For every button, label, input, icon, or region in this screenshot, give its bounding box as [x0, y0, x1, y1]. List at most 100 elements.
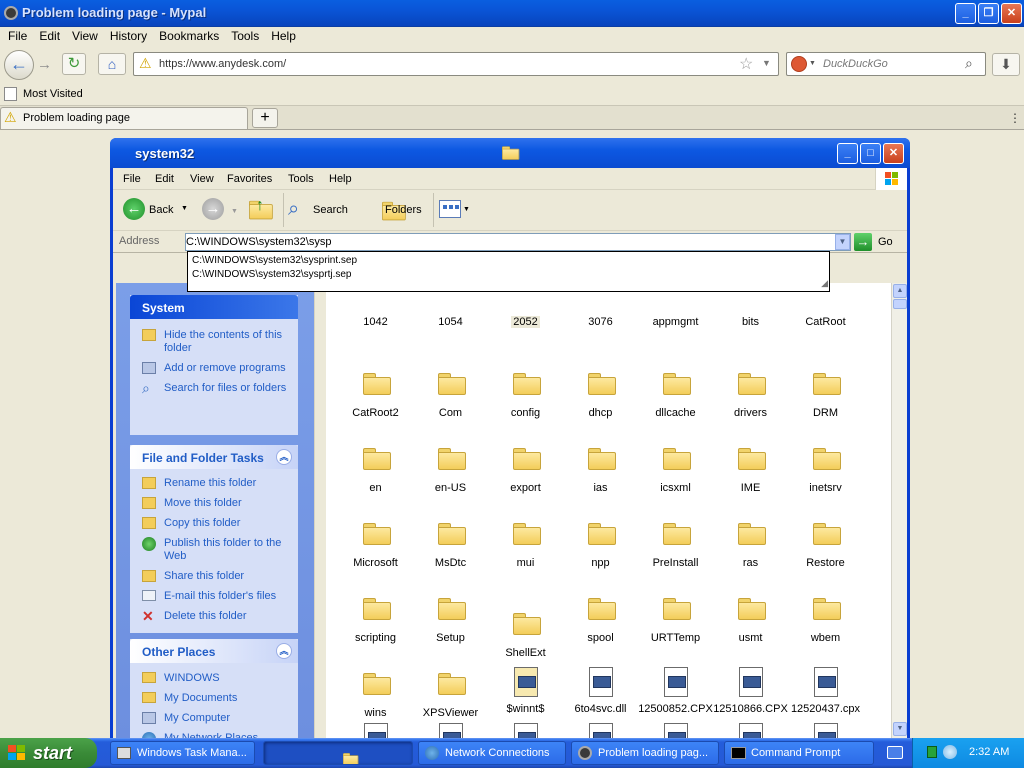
file-item[interactable]: 2052: [488, 312, 563, 328]
tray-network-icon[interactable]: [943, 745, 957, 759]
url-dropdown-icon[interactable]: ▼: [762, 58, 771, 68]
task-rename[interactable]: Rename this folder: [130, 477, 298, 490]
file-item[interactable]: en-US: [413, 446, 488, 494]
menu-help[interactable]: Help: [263, 27, 296, 43]
file-item[interactable]: $winnt$: [488, 667, 563, 715]
file-item[interactable]: wins: [338, 671, 413, 719]
file-item[interactable]: npp: [563, 521, 638, 569]
scroll-down-icon[interactable]: ▼: [893, 722, 907, 736]
new-tab-button[interactable]: +: [252, 108, 278, 128]
forward-dropdown-icon[interactable]: ▼: [231, 208, 238, 215]
file-item[interactable]: 6to4svc.dll: [563, 667, 638, 715]
menu-tools[interactable]: Tools: [223, 27, 259, 43]
task-move[interactable]: Move this folder: [130, 497, 298, 510]
back-button[interactable]: ← Back ▼: [121, 195, 191, 225]
file-item[interactable]: Microsoft: [338, 521, 413, 569]
file-item[interactable]: PreInstall: [638, 521, 713, 569]
file-item[interactable]: Restore: [788, 521, 863, 569]
file-item[interactable]: CatRoot: [788, 312, 863, 328]
task-search-files[interactable]: ⌕ Search for files or folders: [130, 381, 298, 395]
file-item[interactable]: export: [488, 446, 563, 494]
reload-icon[interactable]: ↻: [62, 53, 86, 75]
home-icon[interactable]: ⌂: [98, 53, 126, 75]
search-engine-dropdown-icon[interactable]: ▼: [809, 60, 816, 67]
url-text[interactable]: https://www.anydesk.com/: [159, 58, 286, 70]
ex-menu-help[interactable]: Help: [329, 173, 352, 185]
file-item[interactable]: ras: [713, 521, 788, 569]
task-hide-contents[interactable]: Hide the contents of this folder: [130, 329, 298, 355]
explorer-close-button[interactable]: ✕: [883, 143, 904, 164]
file-item[interactable]: mui: [488, 521, 563, 569]
place-my-documents[interactable]: My Documents: [130, 692, 298, 705]
suggestion-item[interactable]: C:\WINDOWS\system32\sysprtj.sep: [192, 268, 825, 282]
taskbar-item-task-manager[interactable]: Windows Task Mana...: [110, 741, 255, 765]
menu-edit[interactable]: Edit: [31, 27, 60, 43]
file-item[interactable]: 3076: [563, 312, 638, 328]
bookmark-star-icon[interactable]: ☆: [739, 54, 753, 74]
ex-menu-file[interactable]: File: [123, 173, 141, 185]
file-item[interactable]: spool: [563, 596, 638, 644]
tab-list-icon[interactable]: ⋮⋮: [1009, 111, 1024, 125]
file-item[interactable]: MsDtc: [413, 521, 488, 569]
file-item[interactable]: 12510866.CPX: [713, 667, 788, 715]
scroll-up-icon[interactable]: ▲: [893, 284, 907, 298]
task-share[interactable]: Share this folder: [130, 570, 298, 583]
file-item[interactable]: 12520437.cpx: [788, 667, 863, 715]
address-text[interactable]: C:\WINDOWS\system32\sysp: [186, 236, 331, 248]
system-tasks-header[interactable]: System: [130, 295, 298, 319]
back-dropdown-icon[interactable]: ▼: [181, 205, 188, 212]
task-email[interactable]: E-mail this folder's files: [130, 590, 298, 603]
menu-history[interactable]: History: [102, 27, 147, 43]
start-button[interactable]: start: [0, 738, 97, 768]
suggestion-item[interactable]: C:\WINDOWS\system32\sysprint.sep: [192, 254, 825, 268]
file-item[interactable]: ias: [563, 446, 638, 494]
menu-view[interactable]: View: [64, 27, 98, 43]
file-item[interactable]: scripting: [338, 596, 413, 644]
explorer-minimize-button[interactable]: _: [837, 143, 858, 164]
keyboard-icon[interactable]: [887, 746, 903, 759]
address-dropdown-icon[interactable]: ▼: [835, 234, 850, 250]
search-icon[interactable]: ⌕: [965, 55, 973, 72]
file-item[interactable]: ShellExt: [488, 611, 563, 659]
url-bar[interactable]: ⚠ https://www.anydesk.com/ ☆ ▼: [133, 52, 779, 76]
scroll-thumb[interactable]: [893, 299, 907, 309]
resize-grip-icon[interactable]: ◢: [821, 276, 828, 290]
file-item[interactable]: usmt: [713, 596, 788, 644]
file-item[interactable]: URTTemp: [638, 596, 713, 644]
file-item[interactable]: 1042: [338, 312, 413, 328]
file-item[interactable]: drivers: [713, 371, 788, 419]
task-copy[interactable]: Copy this folder: [130, 517, 298, 530]
vertical-scrollbar[interactable]: ▲ ▼: [891, 283, 907, 738]
go-button[interactable]: → Go: [854, 233, 904, 251]
file-item[interactable]: Com: [413, 371, 488, 419]
back-arrow-icon[interactable]: ←: [4, 50, 34, 80]
menu-bookmarks[interactable]: Bookmarks: [151, 27, 219, 43]
file-item[interactable]: wbem: [788, 596, 863, 644]
downloads-icon[interactable]: ⬇: [992, 53, 1020, 76]
task-publish[interactable]: Publish this folder to the Web: [130, 537, 298, 563]
forward-arrow-icon[interactable]: →: [37, 56, 52, 73]
search-button[interactable]: ⌕ Search: [286, 195, 352, 225]
ex-menu-edit[interactable]: Edit: [155, 173, 174, 185]
tab-problem-loading[interactable]: ⚠ Problem loading page: [0, 107, 248, 129]
file-item[interactable]: config: [488, 371, 563, 419]
file-folder-tasks-header[interactable]: File and Folder Tasks ︽: [130, 445, 298, 469]
task-add-remove[interactable]: Add or remove programs: [130, 362, 298, 375]
place-windows[interactable]: WINDOWS: [130, 672, 298, 685]
file-item[interactable]: 1054: [413, 312, 488, 328]
ex-menu-tools[interactable]: Tools: [288, 173, 314, 185]
file-item[interactable]: XPSViewer: [413, 671, 488, 719]
menu-file[interactable]: File: [0, 27, 27, 43]
clock[interactable]: 2:32 AM: [969, 746, 1009, 758]
file-item[interactable]: dhcp: [563, 371, 638, 419]
folders-button[interactable]: Folders: [357, 195, 429, 225]
taskbar-item-network[interactable]: Network Connections: [418, 741, 566, 765]
file-item[interactable]: icsxml: [638, 446, 713, 494]
place-my-computer[interactable]: My Computer: [130, 712, 298, 725]
taskbar-item-browser[interactable]: Problem loading pag...: [571, 741, 719, 765]
forward-icon[interactable]: →: [202, 198, 224, 220]
file-item[interactable]: en: [338, 446, 413, 494]
ex-menu-favorites[interactable]: Favorites: [227, 173, 272, 185]
other-places-header[interactable]: Other Places ︽: [130, 639, 298, 663]
address-input[interactable]: C:\WINDOWS\system32\sysp ▼: [185, 233, 851, 251]
